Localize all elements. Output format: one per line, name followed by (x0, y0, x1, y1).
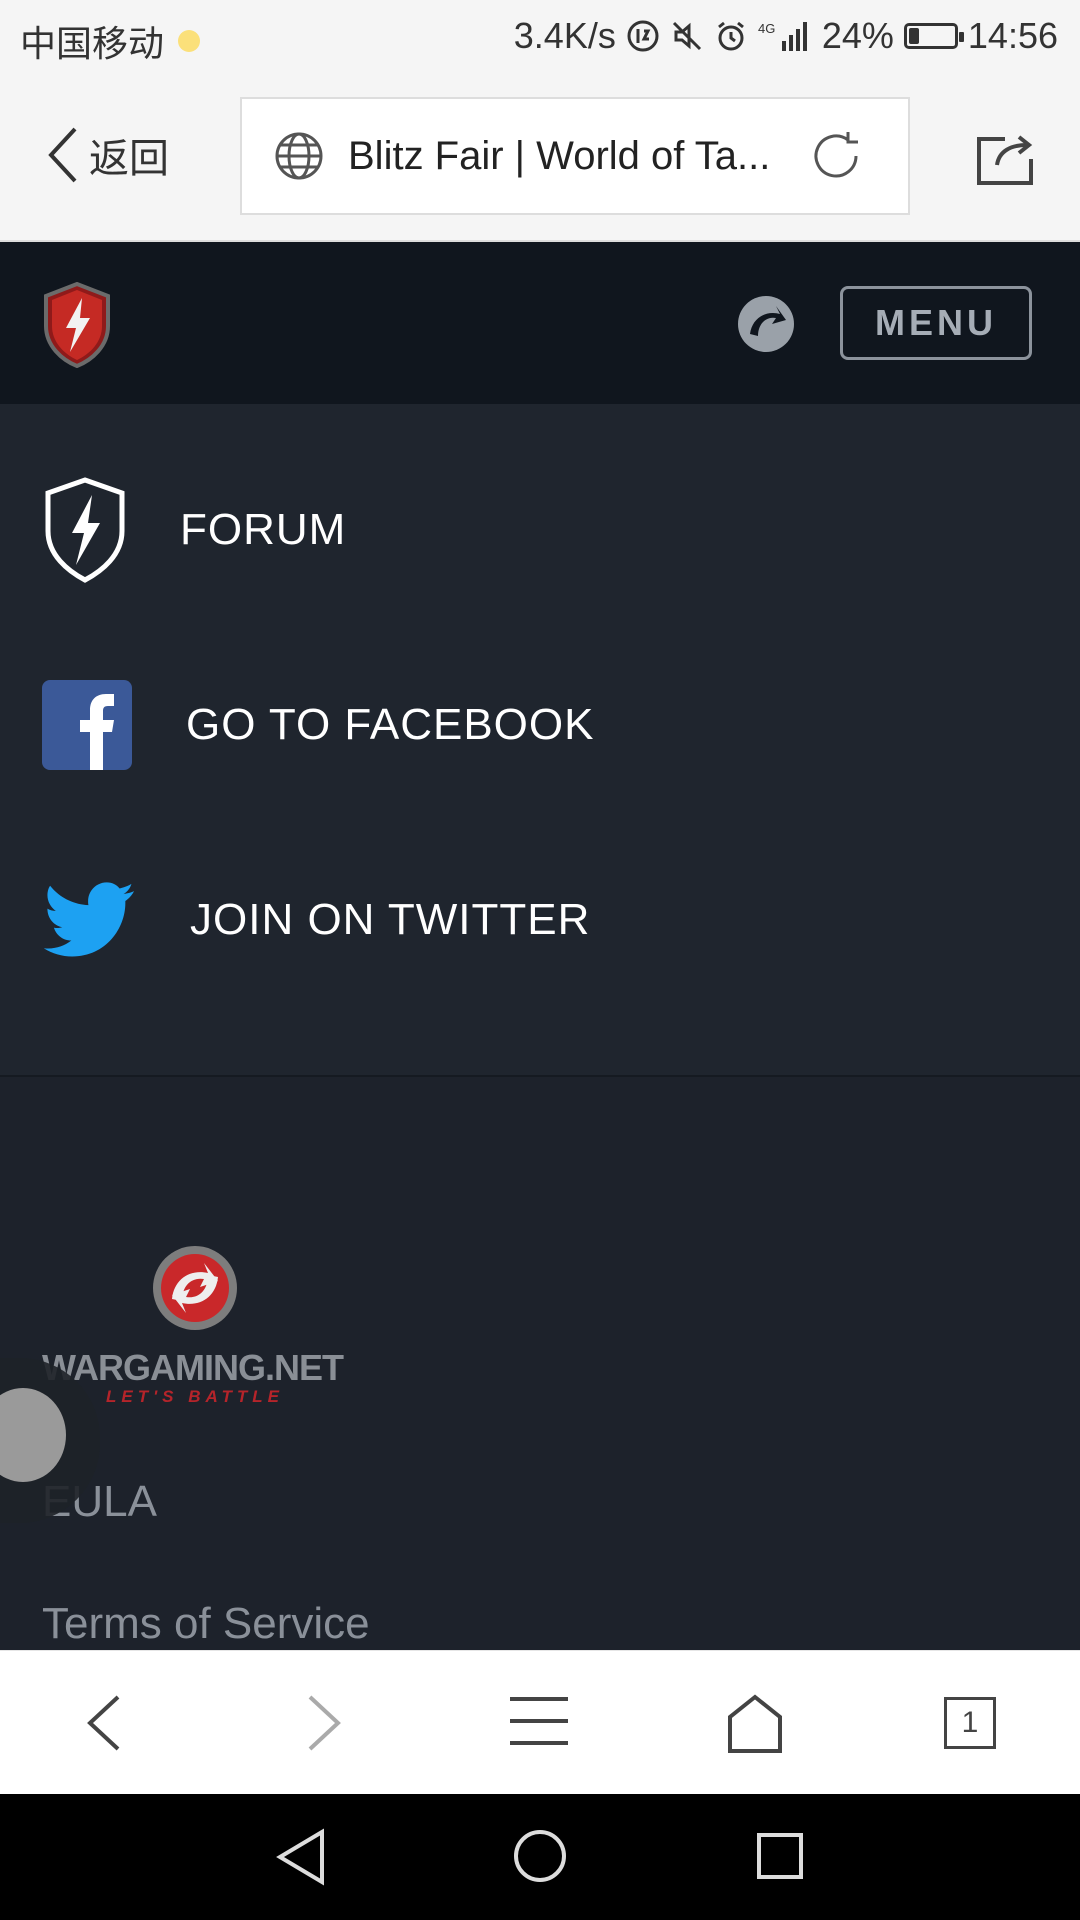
hamburger-menu-icon[interactable] (508, 1693, 570, 1749)
browser-bottom-bar: 1 (0, 1650, 1080, 1795)
share-icon[interactable] (975, 131, 1035, 185)
battery-icon (903, 23, 964, 49)
back-label: 返回 (89, 137, 169, 181)
forum-link[interactable]: FORUM (0, 460, 1080, 600)
globe-icon (275, 132, 323, 180)
svg-text:4G: 4G (758, 21, 775, 36)
site-header: MENU (0, 242, 1080, 404)
facebook-link[interactable]: GO TO FACEBOOK (0, 655, 1080, 795)
terms-of-service-link[interactable]: Terms of Service (42, 1599, 370, 1649)
clock: 14:56 (967, 15, 1058, 56)
twitter-link[interactable]: JOIN ON TWITTER (0, 850, 1080, 990)
alarm-icon (714, 19, 748, 53)
social-links: FORUM GO TO FACEBOOK JOIN ON TWITTER (0, 404, 1080, 1076)
notification-dot (178, 30, 201, 52)
twitter-label: JOIN ON TWITTER (190, 895, 591, 944)
chevron-left-icon (48, 127, 77, 183)
nav-back-icon[interactable] (276, 1828, 326, 1886)
data-saver-icon (626, 19, 660, 53)
wargaming-logo[interactable]: WARGAMING.NET LET'S BATTLE (42, 1243, 344, 1406)
page-title: Blitz Fair | World of Ta... (348, 133, 771, 178)
wargaming-tagline: LET'S BATTLE (106, 1387, 284, 1406)
home-icon[interactable] (726, 1693, 784, 1753)
facebook-label: GO TO FACEBOOK (186, 700, 595, 749)
wargaming-emblem-icon (153, 1246, 237, 1330)
browser-back-button[interactable]: 返回 (45, 125, 169, 185)
forum-shield-icon (45, 477, 125, 583)
forum-label: FORUM (180, 505, 347, 554)
footer: WARGAMING.NET LET'S BATTLE EULA Terms of… (0, 1077, 1080, 1650)
nav-home-icon[interactable] (512, 1828, 568, 1884)
menu-button[interactable]: MENU (840, 286, 1032, 360)
nav-recents-icon[interactable] (756, 1832, 804, 1880)
facebook-icon (42, 680, 132, 770)
reload-icon[interactable] (808, 128, 864, 184)
status-bar: 中国移动 3.4K/s 4G 24% 14:56 (0, 0, 1080, 75)
battery-percent: 24% (821, 15, 894, 56)
browser-toolbar: 返回 Blitz Fair | World of Ta... (0, 75, 1080, 242)
wargaming-globe-icon[interactable] (736, 294, 796, 354)
network-speed: 3.4K/s (513, 15, 616, 56)
signal-icon: 4G (758, 19, 812, 53)
twitter-icon (44, 882, 135, 957)
wot-blitz-logo-icon[interactable] (42, 282, 112, 368)
mute-icon (670, 19, 704, 53)
forward-arrow-icon[interactable] (304, 1693, 344, 1753)
carrier-name: 中国移动 (20, 23, 165, 64)
wargaming-name: WARGAMING.NET (42, 1347, 344, 1388)
address-bar[interactable]: Blitz Fair | World of Ta... (240, 97, 910, 215)
tab-count-button[interactable]: 1 (944, 1697, 996, 1749)
android-navigation-bar (0, 1794, 1080, 1920)
back-arrow-icon[interactable] (84, 1693, 124, 1753)
